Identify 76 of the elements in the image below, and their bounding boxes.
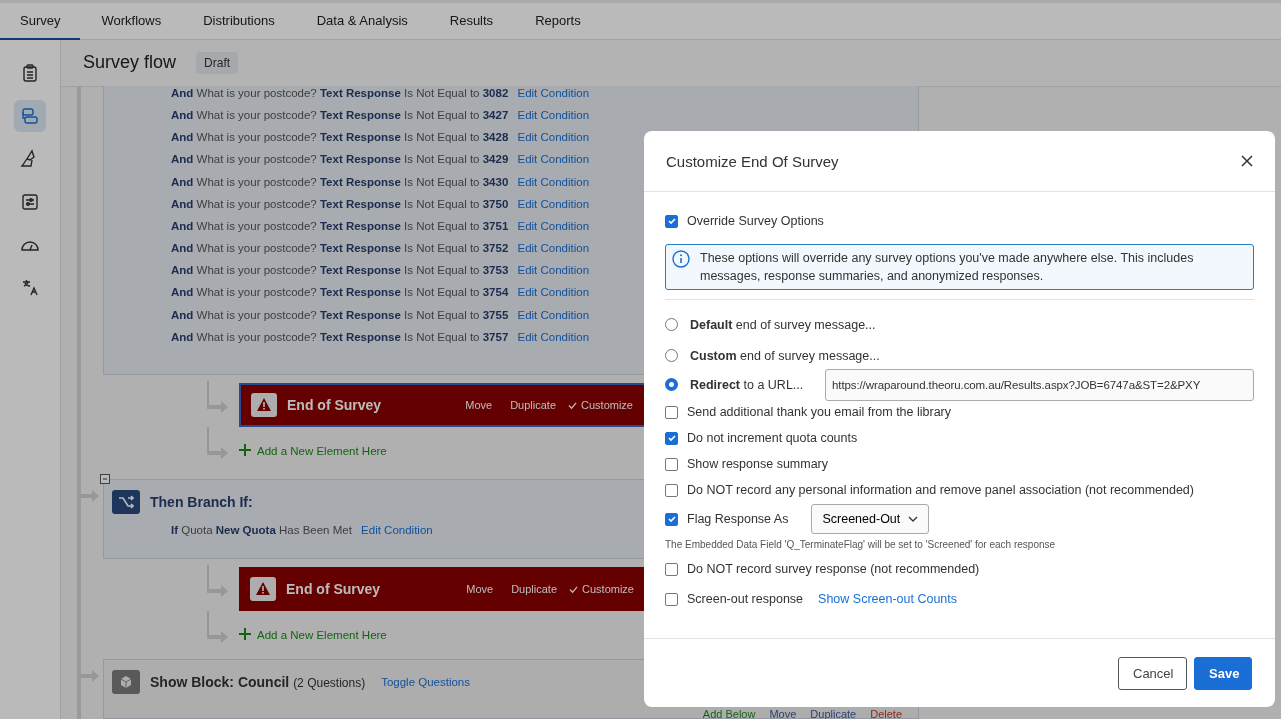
condition-line: And What is your postcode? Text Response Is Not Equal to 3427 Edit Condition [171,107,591,123]
edit-condition-link[interactable]: Edit Condition [361,524,433,536]
minus-icon [101,475,109,483]
edit-condition-link[interactable]: Edit Condition [517,131,590,144]
checkbox[interactable] [665,457,678,471]
status-badge: Draft [196,51,239,74]
edit-condition-link[interactable]: Edit Condition [517,175,590,188]
add-element-link[interactable]: Add a New Element Here [257,445,387,457]
checkbox[interactable] [665,431,678,445]
element-title: End of Survey [287,397,382,413]
checkbox[interactable] [665,562,678,576]
page-title: Survey flow [83,52,177,74]
element-action-link[interactable]: Move [465,399,493,411]
checkbox[interactable] [665,214,678,228]
close-icon[interactable] [1241,155,1253,167]
element-action-link[interactable]: Customize [581,399,633,411]
cancel-button[interactable]: Cancel [1118,656,1187,690]
condition-line: And What is your postcode? Text Response Is Not Equal to 3082 Edit Condition [171,85,591,101]
nav-tab[interactable]: Distributions [182,3,296,40]
connector-arrow-icon [80,489,100,503]
edit-condition-link[interactable]: Edit Condition [517,264,590,277]
branch-title: Then Branch If: [150,494,253,510]
dialog-title: Customize End Of Survey [666,152,839,170]
block-action-link[interactable]: Delete [870,708,902,719]
edit-condition-link[interactable]: Edit Condition [517,108,590,121]
checkbox[interactable] [665,483,678,497]
element-action-link[interactable]: Customize [582,583,634,595]
block-title: Show Block: Council (2 Questions) [150,674,366,690]
checkbox-label: Show response summary [687,457,829,471]
add-element-link[interactable]: Add a New Element Here [257,629,387,641]
nav-tab[interactable]: Workflows [80,3,183,40]
checkbox-label: Do NOT record any personal information and remove panel association (not recommended) [687,483,1194,497]
help-text: The Embedded Data Field 'Q_TerminateFlag' will be set to 'Screened' for each response [665,539,1057,550]
warning-icon [250,577,276,601]
element-action-link[interactable]: Duplicate [511,583,558,595]
edit-condition-link[interactable]: Edit Condition [517,330,590,343]
checkbox-label: Override Survey Options [687,214,824,228]
edit-condition-link[interactable]: Edit Condition [517,308,590,321]
nav-tab[interactable]: Results [428,3,515,40]
radio-label: Custom end of survey message... [690,348,880,363]
edit-condition-link[interactable]: Edit Condition [517,219,590,232]
edit-condition-link[interactable]: Edit Condition [517,153,590,166]
chevron-down-icon [908,516,919,522]
check-icon [569,584,579,594]
element-title: End of Survey [286,581,381,597]
element-action-link[interactable]: Move [466,583,494,595]
element-action-link[interactable]: Duplicate [510,399,557,411]
radio-label: Default end of survey message... [690,317,876,332]
edit-condition-link[interactable]: Edit Condition [517,286,590,299]
edit-condition-link[interactable]: Edit Condition [517,86,590,99]
edit-condition-link[interactable]: Edit Condition [517,197,590,210]
block-action-link[interactable]: Move [769,708,797,719]
cube-icon [112,670,140,694]
info-text: These options will override any survey options you've made anywhere else. This includes messages, response summaries, and anonymized responses. [700,250,1195,285]
radio-button[interactable] [665,378,678,391]
warning-icon [251,393,277,417]
check-icon [568,400,578,410]
save-button[interactable]: Save [1194,656,1252,690]
url-field[interactable]: https://wraparound.theoru.com.au/Results.aspx?JOB=6747a&ST=2&PXY [825,368,1254,401]
checkbox[interactable] [665,592,678,606]
edit-condition-link[interactable]: Edit Condition [517,242,590,255]
flag-dropdown[interactable]: Screened-Out [811,504,930,534]
block-action-link[interactable]: Add Below [702,708,756,719]
checkbox-label: Screen-out response [687,592,804,606]
toggle-questions-link[interactable]: Toggle Questions [381,676,471,688]
checkbox[interactable] [665,405,678,419]
nav-tab[interactable]: Data & Analysis [295,3,429,40]
connector-arrow-icon [80,669,100,683]
info-icon [672,250,690,268]
collapse-toggle[interactable] [100,474,110,484]
checkbox-label: Flag Response As [687,512,789,526]
checkbox-label: Do not increment quota counts [687,431,858,445]
branch-icon [112,490,140,514]
flow-icon[interactable] [14,100,46,132]
nav-tab[interactable]: Reports [514,3,602,40]
checkbox[interactable] [665,512,678,526]
